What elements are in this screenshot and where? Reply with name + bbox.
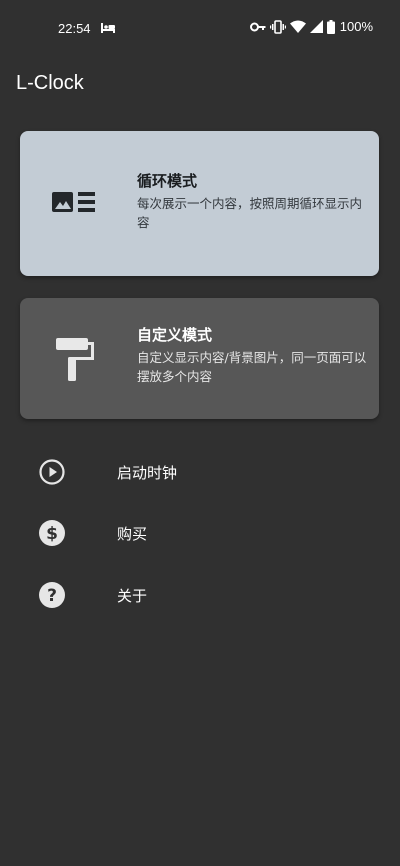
- loop-mode-card[interactable]: 循环模式 每次展示一个内容，按照周期循环显示内容: [20, 131, 379, 276]
- menu-item-start-clock[interactable]: 启动时钟: [0, 444, 400, 500]
- help-circle-icon: ?: [39, 582, 65, 608]
- paint-roller-icon: [56, 338, 94, 381]
- menu-label-start-clock: 启动时钟: [117, 464, 178, 482]
- custom-mode-description: 自定义显示内容/背景图片，同一页面可以摆放多个内容: [137, 350, 367, 384]
- signal-icon: [309, 20, 323, 33]
- image-list-icon: [52, 192, 95, 212]
- loop-mode-description: 每次展示一个内容，按照周期循环显示内容: [137, 196, 363, 230]
- status-icons: 100%: [249, 19, 373, 34]
- sleep-icon: [101, 23, 115, 33]
- custom-mode-card[interactable]: 自定义模式 自定义显示内容/背景图片，同一页面可以摆放多个内容: [20, 298, 379, 419]
- menu-label-about: 关于: [117, 587, 148, 605]
- wifi-icon: [289, 20, 306, 33]
- svg-text:?: ?: [47, 586, 57, 606]
- status-bar: 22:54 100%: [0, 0, 400, 56]
- loop-mode-title: 循环模式: [137, 172, 198, 190]
- status-time: 22:54: [58, 21, 91, 36]
- key-icon: [249, 22, 266, 31]
- menu-item-about[interactable]: ? 关于: [0, 567, 400, 623]
- dollar-circle-icon: $: [39, 520, 65, 546]
- svg-text:$: $: [46, 524, 58, 544]
- play-circle-icon: [39, 459, 65, 485]
- app-title: L-Clock: [16, 72, 84, 94]
- menu-item-buy[interactable]: $ 购买: [0, 505, 400, 561]
- battery-icon: [326, 19, 335, 34]
- menu-label-buy: 购买: [117, 525, 148, 543]
- battery-percent: 100%: [339, 19, 373, 34]
- custom-mode-title: 自定义模式: [137, 326, 213, 344]
- vibrate-icon: [269, 19, 286, 34]
